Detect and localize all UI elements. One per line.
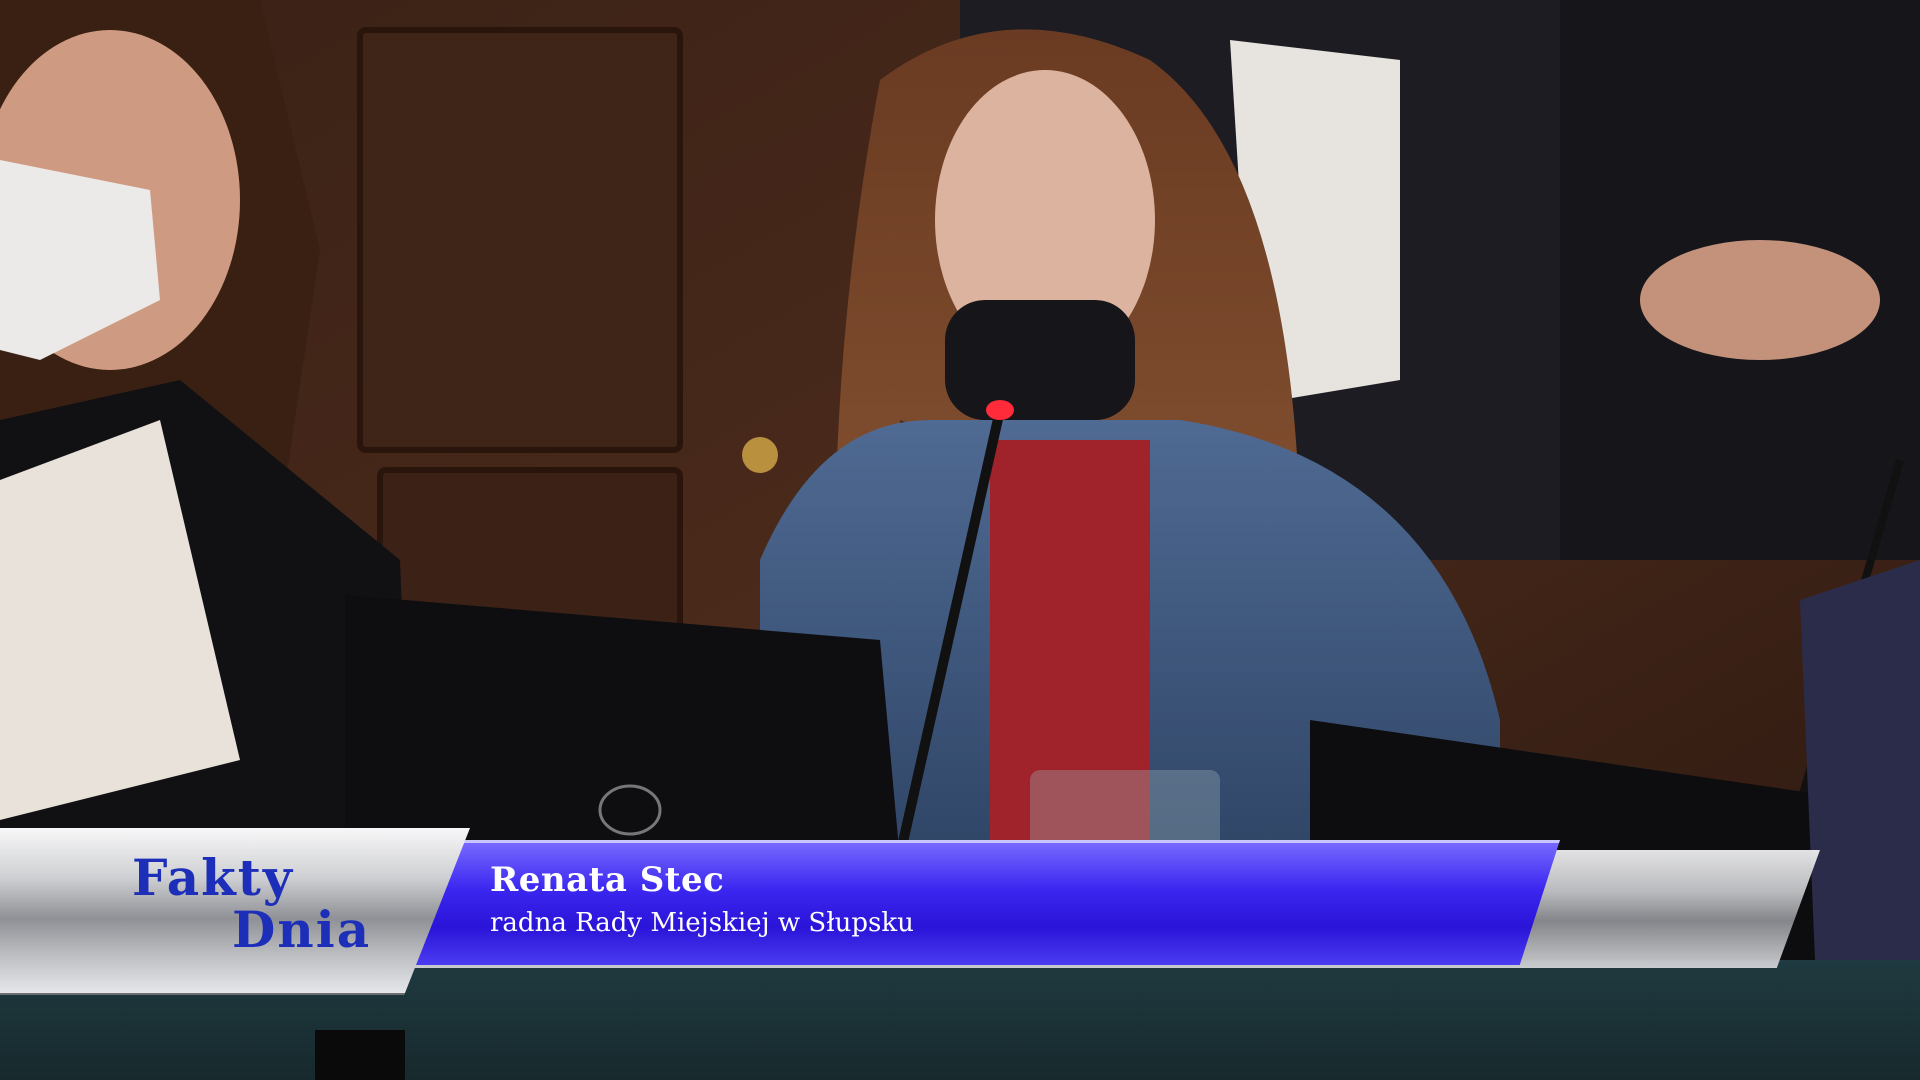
logo-line1: Fakty: [132, 848, 294, 907]
speaker-title: radna Rady Miejskiej w Słupsku: [490, 908, 914, 938]
logo-line2: Dnia: [232, 900, 372, 959]
name-bar-highlight: [410, 840, 1560, 965]
table-device: [315, 1030, 405, 1080]
channel-logo-plate: Fakty Dnia: [0, 828, 470, 995]
lower-third: Fakty Dnia Renata Stec radna Rady Miejsk…: [0, 820, 1920, 1000]
door-knob: [742, 437, 778, 473]
microphone-light: [986, 400, 1014, 420]
channel-logo: Fakty Dnia: [132, 852, 452, 956]
wood-panel: [357, 27, 683, 453]
speaker-name: Renata Stec: [490, 860, 725, 900]
crossed-arms: [1640, 240, 1880, 360]
video-frame: Fakty Dnia Renata Stec radna Rady Miejsk…: [0, 0, 1920, 1080]
speaker-mask: [945, 300, 1135, 420]
